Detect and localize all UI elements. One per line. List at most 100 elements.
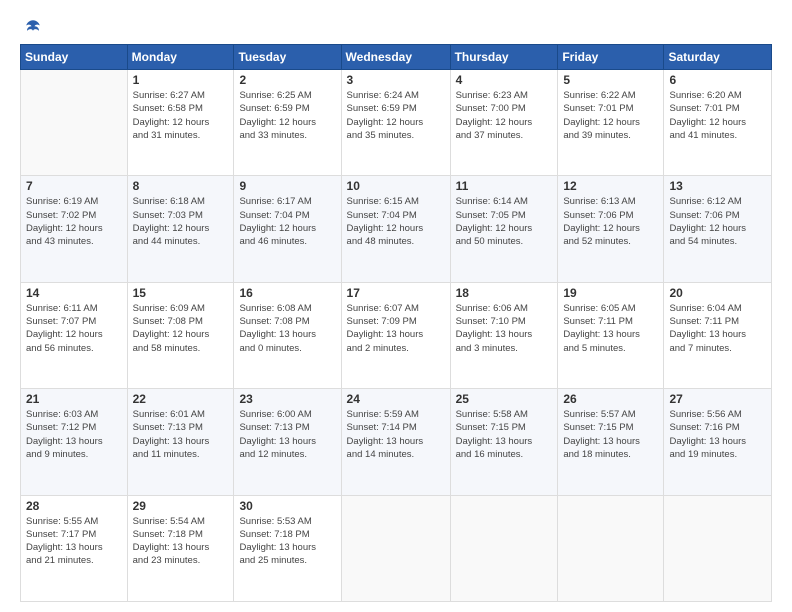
calendar-table: SundayMondayTuesdayWednesdayThursdayFrid… bbox=[20, 44, 772, 602]
calendar-cell: 23 Sunrise: 6:00 AM Sunset: 7:13 PM Dayli… bbox=[234, 389, 341, 495]
calendar-cell: 26Sunrise: 5:57 AM Sunset: 7:15 PM Dayli… bbox=[558, 389, 664, 495]
day-number: 4 bbox=[456, 73, 553, 87]
day-number: 16 bbox=[239, 286, 335, 300]
day-info: Sunrise: 6:14 AM Sunset: 7:05 PM Dayligh… bbox=[456, 195, 553, 248]
day-info: Sunrise: 6:25 AM Sunset: 6:59 PM Dayligh… bbox=[239, 89, 335, 142]
day-info: Sunrise: 6:04 AM Sunset: 7:11 PM Dayligh… bbox=[669, 302, 766, 355]
calendar-cell: 22 Sunrise: 6:01 AM Sunset: 7:13 PM Dayli… bbox=[127, 389, 234, 495]
logo bbox=[20, 18, 46, 36]
day-info: Sunrise: 6:15 AM Sunset: 7:04 PM Dayligh… bbox=[347, 195, 445, 248]
day-number: 27 bbox=[669, 392, 766, 406]
calendar-cell: 20 Sunrise: 6:04 AM Sunset: 7:11 PM Dayli… bbox=[664, 282, 772, 388]
day-of-week-header: Thursday bbox=[450, 45, 558, 70]
day-info: Sunrise: 6:17 AM Sunset: 7:04 PM Dayligh… bbox=[239, 195, 335, 248]
day-number: 1 bbox=[133, 73, 229, 87]
day-number: 9 bbox=[239, 179, 335, 193]
calendar-cell: 1 Sunrise: 6:27 AM Sunset: 6:58 PM Daylig… bbox=[127, 70, 234, 176]
day-of-week-header: Friday bbox=[558, 45, 664, 70]
page: SundayMondayTuesdayWednesdayThursdayFrid… bbox=[0, 0, 792, 612]
day-info: Sunrise: 6:11 AM Sunset: 7:07 PM Dayligh… bbox=[26, 302, 122, 355]
day-info: Sunrise: 6:07 AM Sunset: 7:09 PM Dayligh… bbox=[347, 302, 445, 355]
day-info: Sunrise: 6:18 AM Sunset: 7:03 PM Dayligh… bbox=[133, 195, 229, 248]
day-number: 14 bbox=[26, 286, 122, 300]
day-info: Sunrise: 6:00 AM Sunset: 7:13 PM Dayligh… bbox=[239, 408, 335, 461]
day-info: Sunrise: 5:57 AM Sunset: 7:15 PM Dayligh… bbox=[563, 408, 658, 461]
calendar-cell: 12 Sunrise: 6:13 AM Sunset: 7:06 PM Dayli… bbox=[558, 176, 664, 282]
day-number: 22 bbox=[133, 392, 229, 406]
calendar-cell: 11 Sunrise: 6:14 AM Sunset: 7:05 PM Dayli… bbox=[450, 176, 558, 282]
day-info: Sunrise: 5:58 AM Sunset: 7:15 PM Dayligh… bbox=[456, 408, 553, 461]
calendar-cell: 21 Sunrise: 6:03 AM Sunset: 7:12 PM Dayli… bbox=[21, 389, 128, 495]
day-number: 18 bbox=[456, 286, 553, 300]
calendar-cell: 7 Sunrise: 6:19 AM Sunset: 7:02 PM Daylig… bbox=[21, 176, 128, 282]
day-info: Sunrise: 5:54 AM Sunset: 7:18 PM Dayligh… bbox=[133, 515, 229, 568]
day-number: 29 bbox=[133, 499, 229, 513]
calendar-cell: 29 Sunrise: 5:54 AM Sunset: 7:18 PM Dayli… bbox=[127, 495, 234, 601]
calendar-cell: 30Sunrise: 5:53 AM Sunset: 7:18 PM Dayli… bbox=[234, 495, 341, 601]
day-number: 2 bbox=[239, 73, 335, 87]
day-number: 15 bbox=[133, 286, 229, 300]
day-info: Sunrise: 6:19 AM Sunset: 7:02 PM Dayligh… bbox=[26, 195, 122, 248]
calendar-cell: 5 Sunrise: 6:22 AM Sunset: 7:01 PM Daylig… bbox=[558, 70, 664, 176]
day-info: Sunrise: 6:22 AM Sunset: 7:01 PM Dayligh… bbox=[563, 89, 658, 142]
calendar-cell: 17 Sunrise: 6:07 AM Sunset: 7:09 PM Dayli… bbox=[341, 282, 450, 388]
day-info: Sunrise: 6:05 AM Sunset: 7:11 PM Dayligh… bbox=[563, 302, 658, 355]
day-of-week-header: Saturday bbox=[664, 45, 772, 70]
day-number: 6 bbox=[669, 73, 766, 87]
calendar-cell bbox=[664, 495, 772, 601]
day-info: Sunrise: 5:55 AM Sunset: 7:17 PM Dayligh… bbox=[26, 515, 122, 568]
calendar-cell bbox=[450, 495, 558, 601]
day-of-week-header: Tuesday bbox=[234, 45, 341, 70]
day-number: 25 bbox=[456, 392, 553, 406]
calendar-cell: 15 Sunrise: 6:09 AM Sunset: 7:08 PM Dayli… bbox=[127, 282, 234, 388]
day-number: 23 bbox=[239, 392, 335, 406]
calendar-cell: 18 Sunrise: 6:06 AM Sunset: 7:10 PM Dayli… bbox=[450, 282, 558, 388]
day-info: Sunrise: 6:13 AM Sunset: 7:06 PM Dayligh… bbox=[563, 195, 658, 248]
calendar-cell: 8 Sunrise: 6:18 AM Sunset: 7:03 PM Daylig… bbox=[127, 176, 234, 282]
day-number: 12 bbox=[563, 179, 658, 193]
day-number: 8 bbox=[133, 179, 229, 193]
calendar-cell: 14 Sunrise: 6:11 AM Sunset: 7:07 PM Dayli… bbox=[21, 282, 128, 388]
day-info: Sunrise: 6:06 AM Sunset: 7:10 PM Dayligh… bbox=[456, 302, 553, 355]
calendar-cell: 6 Sunrise: 6:20 AM Sunset: 7:01 PM Daylig… bbox=[664, 70, 772, 176]
day-number: 3 bbox=[347, 73, 445, 87]
calendar-cell: 19 Sunrise: 6:05 AM Sunset: 7:11 PM Dayli… bbox=[558, 282, 664, 388]
day-info: Sunrise: 6:20 AM Sunset: 7:01 PM Dayligh… bbox=[669, 89, 766, 142]
calendar-cell: 4 Sunrise: 6:23 AM Sunset: 7:00 PM Daylig… bbox=[450, 70, 558, 176]
logo-bird-icon bbox=[24, 18, 42, 36]
day-info: Sunrise: 6:03 AM Sunset: 7:12 PM Dayligh… bbox=[26, 408, 122, 461]
header bbox=[20, 18, 772, 36]
day-info: Sunrise: 6:08 AM Sunset: 7:08 PM Dayligh… bbox=[239, 302, 335, 355]
calendar-cell: 27Sunrise: 5:56 AM Sunset: 7:16 PM Dayli… bbox=[664, 389, 772, 495]
day-number: 24 bbox=[347, 392, 445, 406]
day-number: 13 bbox=[669, 179, 766, 193]
day-info: Sunrise: 5:59 AM Sunset: 7:14 PM Dayligh… bbox=[347, 408, 445, 461]
calendar-cell: 25 Sunrise: 5:58 AM Sunset: 7:15 PM Dayli… bbox=[450, 389, 558, 495]
day-number: 17 bbox=[347, 286, 445, 300]
day-number: 7 bbox=[26, 179, 122, 193]
day-number: 10 bbox=[347, 179, 445, 193]
day-number: 5 bbox=[563, 73, 658, 87]
calendar-cell: 24 Sunrise: 5:59 AM Sunset: 7:14 PM Dayli… bbox=[341, 389, 450, 495]
day-info: Sunrise: 6:27 AM Sunset: 6:58 PM Dayligh… bbox=[133, 89, 229, 142]
day-number: 11 bbox=[456, 179, 553, 193]
day-of-week-header: Monday bbox=[127, 45, 234, 70]
calendar-cell bbox=[558, 495, 664, 601]
calendar-cell: 16 Sunrise: 6:08 AM Sunset: 7:08 PM Dayli… bbox=[234, 282, 341, 388]
calendar-cell: 3 Sunrise: 6:24 AM Sunset: 6:59 PM Daylig… bbox=[341, 70, 450, 176]
day-info: Sunrise: 6:24 AM Sunset: 6:59 PM Dayligh… bbox=[347, 89, 445, 142]
day-number: 20 bbox=[669, 286, 766, 300]
calendar-cell: 13 Sunrise: 6:12 AM Sunset: 7:06 PM Dayli… bbox=[664, 176, 772, 282]
day-info: Sunrise: 5:53 AM Sunset: 7:18 PM Dayligh… bbox=[239, 515, 335, 568]
calendar-cell: 2 Sunrise: 6:25 AM Sunset: 6:59 PM Daylig… bbox=[234, 70, 341, 176]
day-info: Sunrise: 6:09 AM Sunset: 7:08 PM Dayligh… bbox=[133, 302, 229, 355]
day-info: Sunrise: 6:12 AM Sunset: 7:06 PM Dayligh… bbox=[669, 195, 766, 248]
day-number: 19 bbox=[563, 286, 658, 300]
day-of-week-header: Sunday bbox=[21, 45, 128, 70]
calendar-cell: 9 Sunrise: 6:17 AM Sunset: 7:04 PM Daylig… bbox=[234, 176, 341, 282]
day-number: 21 bbox=[26, 392, 122, 406]
day-info: Sunrise: 6:01 AM Sunset: 7:13 PM Dayligh… bbox=[133, 408, 229, 461]
calendar-cell: 10 Sunrise: 6:15 AM Sunset: 7:04 PM Dayli… bbox=[341, 176, 450, 282]
calendar-cell bbox=[341, 495, 450, 601]
day-info: Sunrise: 6:23 AM Sunset: 7:00 PM Dayligh… bbox=[456, 89, 553, 142]
